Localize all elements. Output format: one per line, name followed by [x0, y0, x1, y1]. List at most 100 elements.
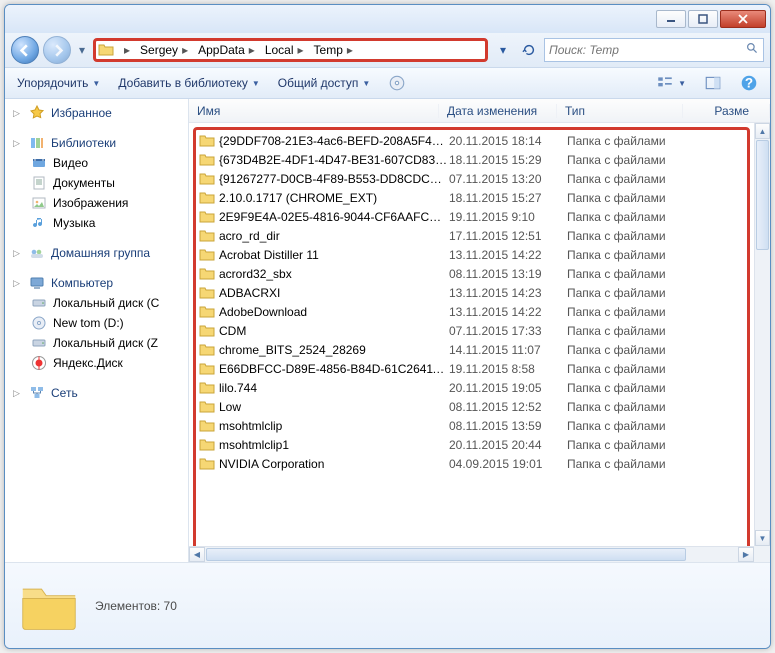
folder-icon — [199, 209, 215, 225]
scroll-track[interactable] — [755, 251, 770, 530]
scroll-down-button[interactable]: ▼ — [755, 530, 770, 546]
preview-pane-button[interactable] — [700, 71, 726, 95]
file-name: AdobeDownload — [219, 305, 449, 319]
folder-icon — [199, 228, 215, 244]
file-name: 2E9F9E4A-02E5-4816-9044-CF6AAFCBDF8B — [219, 210, 449, 224]
sidebar-item[interactable]: Локальный диск (C — [5, 293, 188, 313]
scroll-thumb[interactable] — [756, 140, 769, 250]
organize-button[interactable]: Упорядочить▼ — [13, 73, 104, 93]
folder-icon — [199, 152, 215, 168]
sidebar-item-label: Локальный диск (Z — [53, 336, 158, 350]
table-row[interactable]: 2E9F9E4A-02E5-4816-9044-CF6AAFCBDF8B19.1… — [199, 207, 750, 226]
sidebar-homegroup[interactable]: ▷ Домашняя группа — [5, 243, 188, 263]
scroll-right-button[interactable]: ▶ — [738, 547, 754, 562]
file-date: 07.11.2015 13:20 — [449, 172, 567, 186]
column-date[interactable]: Дата изменения — [439, 104, 557, 118]
table-row[interactable]: {91267277-D0CB-4F89-B553-DD8CDCB84...07.… — [199, 169, 750, 188]
file-date: 20.11.2015 19:05 — [449, 381, 567, 395]
help-icon: ? — [740, 74, 758, 92]
search-input[interactable] — [549, 43, 742, 57]
table-row[interactable]: E66DBFCC-D89E-4856-B84D-61C26411E03E19.1… — [199, 359, 750, 378]
add-to-library-button[interactable]: Добавить в библиотеку▼ — [114, 73, 263, 93]
cd-icon — [31, 315, 47, 331]
table-row[interactable]: acrord32_sbx08.11.2015 13:19Папка с файл… — [199, 264, 750, 283]
horizontal-scrollbar[interactable]: ◀ ▶ — [189, 546, 754, 562]
file-name: acrord32_sbx — [219, 267, 449, 281]
table-row[interactable]: AdobeDownload13.11.2015 14:22Папка с фай… — [199, 302, 750, 321]
file-date: 14.11.2015 11:07 — [449, 343, 567, 357]
file-type: Папка с файлами — [567, 324, 693, 338]
scroll-left-button[interactable]: ◀ — [189, 547, 205, 562]
refresh-button[interactable] — [518, 39, 540, 61]
file-name: lilo.744 — [219, 381, 449, 395]
address-history-dropdown[interactable]: ▾ — [492, 39, 514, 61]
maximize-button[interactable] — [688, 10, 718, 28]
sidebar-network[interactable]: ▷ Сеть — [5, 383, 188, 403]
folder-icon — [199, 190, 215, 206]
scroll-track[interactable] — [687, 547, 738, 562]
sidebar-item[interactable]: Музыка — [5, 213, 188, 233]
table-row[interactable]: CDM07.11.2015 17:33Папка с файлами — [199, 321, 750, 340]
sidebar-item[interactable]: Документы — [5, 173, 188, 193]
table-row[interactable]: {673D4B2E-4DF1-4D47-BE31-607CD83833...18… — [199, 150, 750, 169]
file-type: Папка с файлами — [567, 305, 693, 319]
help-button[interactable]: ? — [736, 71, 762, 95]
details-count: Элементов: 70 — [95, 599, 177, 613]
column-name[interactable]: Имя — [189, 104, 439, 118]
table-row[interactable]: ADBACRXI13.11.2015 14:23Папка с файлами — [199, 283, 750, 302]
sidebar-item[interactable]: Изображения — [5, 193, 188, 213]
scroll-up-button[interactable]: ▲ — [755, 123, 770, 139]
folder-icon — [199, 171, 215, 187]
breadcrumb-segment[interactable]: Local▸ — [261, 43, 308, 57]
sidebar-favorites[interactable]: ▷ Избранное — [5, 103, 188, 123]
forward-button[interactable] — [43, 36, 71, 64]
table-row[interactable]: 2.10.0.1717 (CHROME_EXT)18.11.2015 15:27… — [199, 188, 750, 207]
breadcrumb-segment[interactable]: Temp▸ — [310, 43, 357, 57]
homegroup-icon — [29, 245, 45, 261]
sidebar-libraries[interactable]: ▷ Библиотеки — [5, 133, 188, 153]
folder-icon — [199, 361, 215, 377]
sidebar-item[interactable]: Видео — [5, 153, 188, 173]
sidebar-item-label: Музыка — [53, 216, 95, 230]
view-options-button[interactable]: ▼ — [652, 71, 690, 95]
sidebar-item[interactable]: Яндекс.Диск — [5, 353, 188, 373]
column-type[interactable]: Тип — [557, 104, 683, 118]
file-type: Папка с файлами — [567, 248, 693, 262]
table-row[interactable]: lilo.74420.11.2015 19:05Папка с файлами — [199, 378, 750, 397]
sidebar-item[interactable]: New tom (D:) — [5, 313, 188, 333]
file-name: msohtmlclip — [219, 419, 449, 433]
table-row[interactable]: chrome_BITS_2524_2826914.11.2015 11:07Па… — [199, 340, 750, 359]
table-row[interactable]: msohtmlclip120.11.2015 20:44Папка с файл… — [199, 435, 750, 454]
table-row[interactable]: Low08.11.2015 12:52Папка с файлами — [199, 397, 750, 416]
table-row[interactable]: msohtmlclip08.11.2015 13:59Папка с файла… — [199, 416, 750, 435]
file-list[interactable]: {29DDF708-21E3-4ac6-BEFD-208A5F4B6B...20… — [189, 123, 754, 546]
table-row[interactable]: {29DDF708-21E3-4ac6-BEFD-208A5F4B6B...20… — [199, 131, 750, 150]
back-button[interactable] — [11, 36, 39, 64]
breadcrumb-segment[interactable]: Sergey▸ — [136, 43, 192, 57]
breadcrumb-segment[interactable]: ▸ — [116, 43, 134, 57]
file-date: 08.11.2015 12:52 — [449, 400, 567, 414]
sidebar-computer[interactable]: ▷ Компьютер — [5, 273, 188, 293]
burn-button[interactable] — [384, 71, 410, 95]
address-bar[interactable]: ▸ Sergey▸ AppData▸ Local▸ Temp▸ — [93, 38, 488, 62]
file-date: 08.11.2015 13:59 — [449, 419, 567, 433]
share-button[interactable]: Общий доступ▼ — [274, 73, 375, 93]
image-icon — [31, 195, 47, 211]
file-type: Папка с файлами — [567, 172, 693, 186]
file-type: Папка с файлами — [567, 381, 693, 395]
search-box[interactable] — [544, 38, 764, 62]
folder-icon — [199, 285, 215, 301]
table-row[interactable]: acro_rd_dir17.11.2015 12:51Папка с файла… — [199, 226, 750, 245]
column-size[interactable]: Разме — [683, 104, 770, 118]
folder-icon — [199, 456, 215, 472]
minimize-button[interactable] — [656, 10, 686, 28]
table-row[interactable]: NVIDIA Corporation04.09.2015 19:01Папка … — [199, 454, 750, 473]
close-button[interactable] — [720, 10, 766, 28]
breadcrumb-segment[interactable]: AppData▸ — [194, 43, 259, 57]
nav-history-dropdown[interactable]: ▾ — [75, 43, 89, 57]
sidebar-item[interactable]: Локальный диск (Z — [5, 333, 188, 353]
folder-icon — [199, 304, 215, 320]
table-row[interactable]: Acrobat Distiller 1113.11.2015 14:22Папк… — [199, 245, 750, 264]
scroll-thumb[interactable] — [206, 548, 686, 561]
vertical-scrollbar[interactable]: ▲ ▼ — [754, 123, 770, 546]
